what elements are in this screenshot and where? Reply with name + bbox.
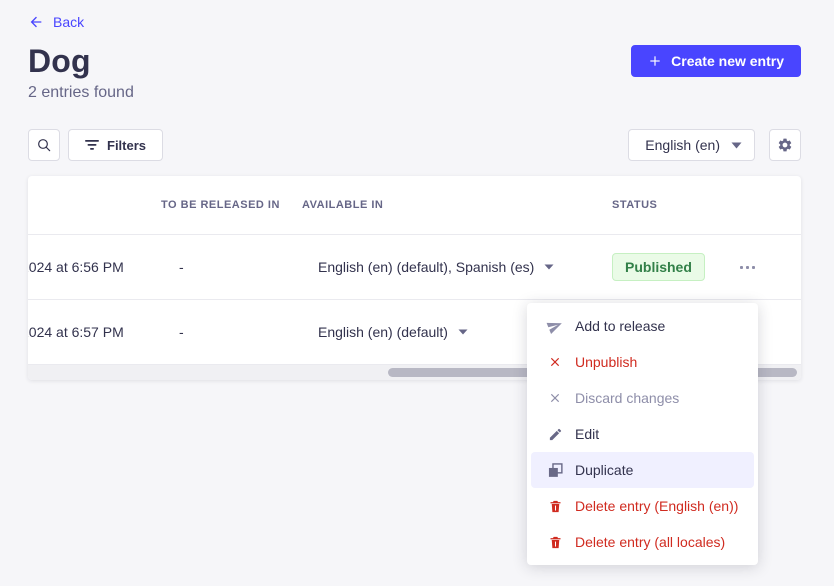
toolbar: Filters English (en) [28, 129, 801, 161]
cell-to-be-released-in: - [161, 324, 302, 340]
cross-icon [547, 355, 563, 369]
filters-label: Filters [107, 138, 146, 153]
context-menu: Add to release Unpublish Discard changes… [527, 303, 758, 565]
menu-item-add-to-release[interactable]: Add to release [527, 308, 758, 344]
create-new-entry-button[interactable]: Create new entry [631, 45, 801, 77]
pencil-icon [547, 427, 563, 442]
filters-button[interactable]: Filters [68, 129, 163, 161]
menu-item-duplicate[interactable]: Duplicate [531, 452, 754, 488]
duplicate-icon [547, 463, 563, 478]
search-icon [36, 137, 52, 153]
search-button[interactable] [28, 129, 60, 161]
column-header-to-be-released-in: TO BE RELEASED IN [161, 199, 302, 211]
menu-item-delete-entry-all-locales[interactable]: Delete entry (all locales) [527, 524, 758, 560]
column-header-status: STATUS [588, 199, 718, 211]
table-header: TO BE RELEASED IN AVAILABLE IN STATUS [28, 176, 801, 235]
chevron-down-icon[interactable] [458, 329, 468, 335]
create-new-entry-label: Create new entry [671, 53, 784, 69]
back-link[interactable]: Back [28, 14, 84, 30]
gear-icon [777, 137, 793, 153]
title-row: Dog Create new entry [28, 42, 801, 80]
filter-icon [85, 140, 99, 150]
menu-item-unpublish[interactable]: Unpublish [527, 344, 758, 380]
cell-updated-at: 2024 at 6:56 PM [28, 259, 161, 275]
toolbar-left: Filters [28, 129, 163, 161]
back-label: Back [53, 14, 84, 30]
cell-to-be-released-in: - [161, 259, 302, 275]
status-badge: Published [612, 253, 705, 281]
cross-icon [547, 391, 563, 405]
plus-icon [648, 54, 662, 68]
cell-updated-at: 2024 at 6:57 PM [28, 324, 161, 340]
settings-button[interactable] [769, 129, 801, 161]
send-icon [547, 318, 563, 334]
toolbar-right: English (en) [628, 129, 801, 161]
cell-actions [718, 260, 801, 275]
entries-count: 2 entries found [28, 84, 801, 102]
trash-icon [547, 535, 563, 550]
locale-select-value: English (en) [645, 137, 720, 153]
menu-item-delete-entry-locale[interactable]: Delete entry (English (en)) [527, 488, 758, 524]
available-in-value: English (en) (default), Spanish (es) [318, 259, 534, 275]
arrow-left-icon [28, 14, 44, 30]
ellipsis-icon [740, 266, 743, 269]
chevron-down-icon[interactable] [544, 264, 554, 270]
locale-select[interactable]: English (en) [628, 129, 755, 161]
cell-status: Published [588, 253, 718, 281]
available-in-value: English (en) (default) [318, 324, 448, 340]
menu-item-discard-changes: Discard changes [527, 380, 758, 416]
chevron-down-icon [731, 142, 742, 149]
row-actions-button[interactable] [738, 260, 757, 275]
menu-item-edit[interactable]: Edit [527, 416, 758, 452]
page-title: Dog [28, 43, 91, 80]
table-row[interactable]: 2024 at 6:56 PM - English (en) (default)… [28, 235, 801, 300]
cell-available-in: English (en) (default), Spanish (es) [302, 259, 588, 275]
column-header-available-in: AVAILABLE IN [302, 199, 588, 211]
trash-icon [547, 499, 563, 514]
